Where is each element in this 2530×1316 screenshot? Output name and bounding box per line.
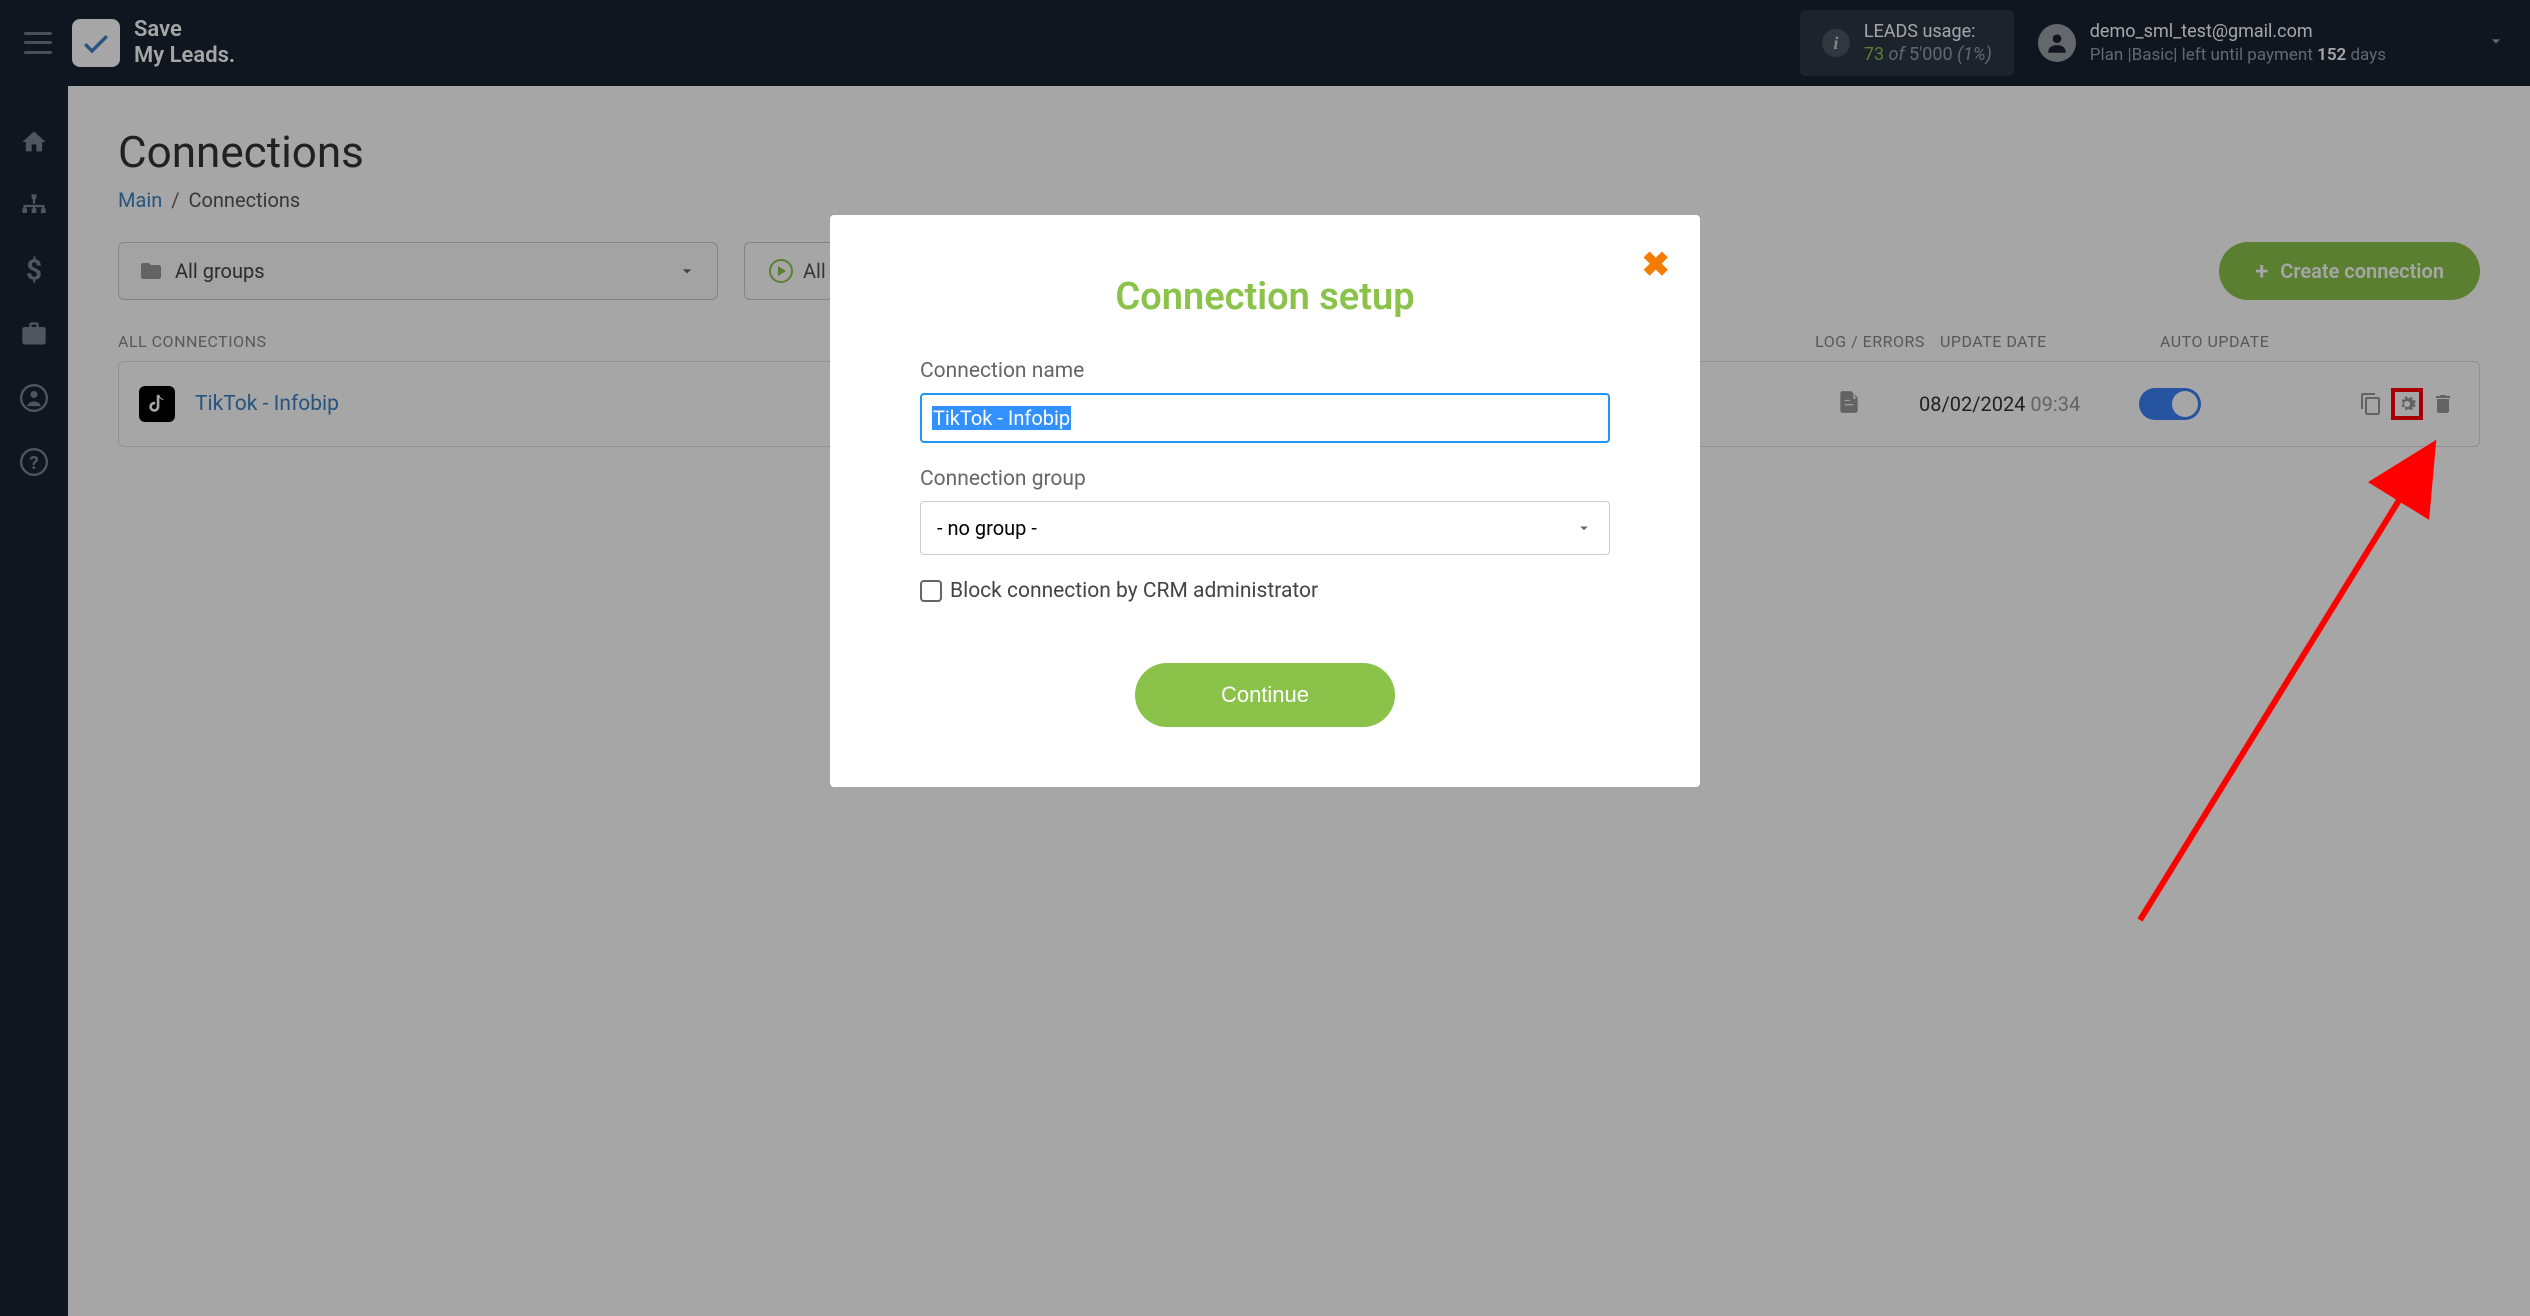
close-icon[interactable]: ✖: [1642, 245, 1671, 285]
connection-group-label: Connection group: [920, 467, 1610, 491]
modal-title: Connection setup: [920, 275, 1610, 319]
connection-name-input[interactable]: TikTok - Infobip: [920, 393, 1610, 443]
connection-name-label: Connection name: [920, 359, 1610, 383]
block-connection-checkbox-row[interactable]: Block connection by CRM administrator: [920, 579, 1610, 603]
checkbox-icon[interactable]: [920, 580, 942, 602]
connection-group-select[interactable]: - no group -: [920, 501, 1610, 555]
connection-setup-modal: ✖ Connection setup Connection name TikTo…: [830, 215, 1700, 787]
continue-button[interactable]: Continue: [1135, 663, 1395, 727]
chevron-down-icon: [1575, 519, 1593, 537]
